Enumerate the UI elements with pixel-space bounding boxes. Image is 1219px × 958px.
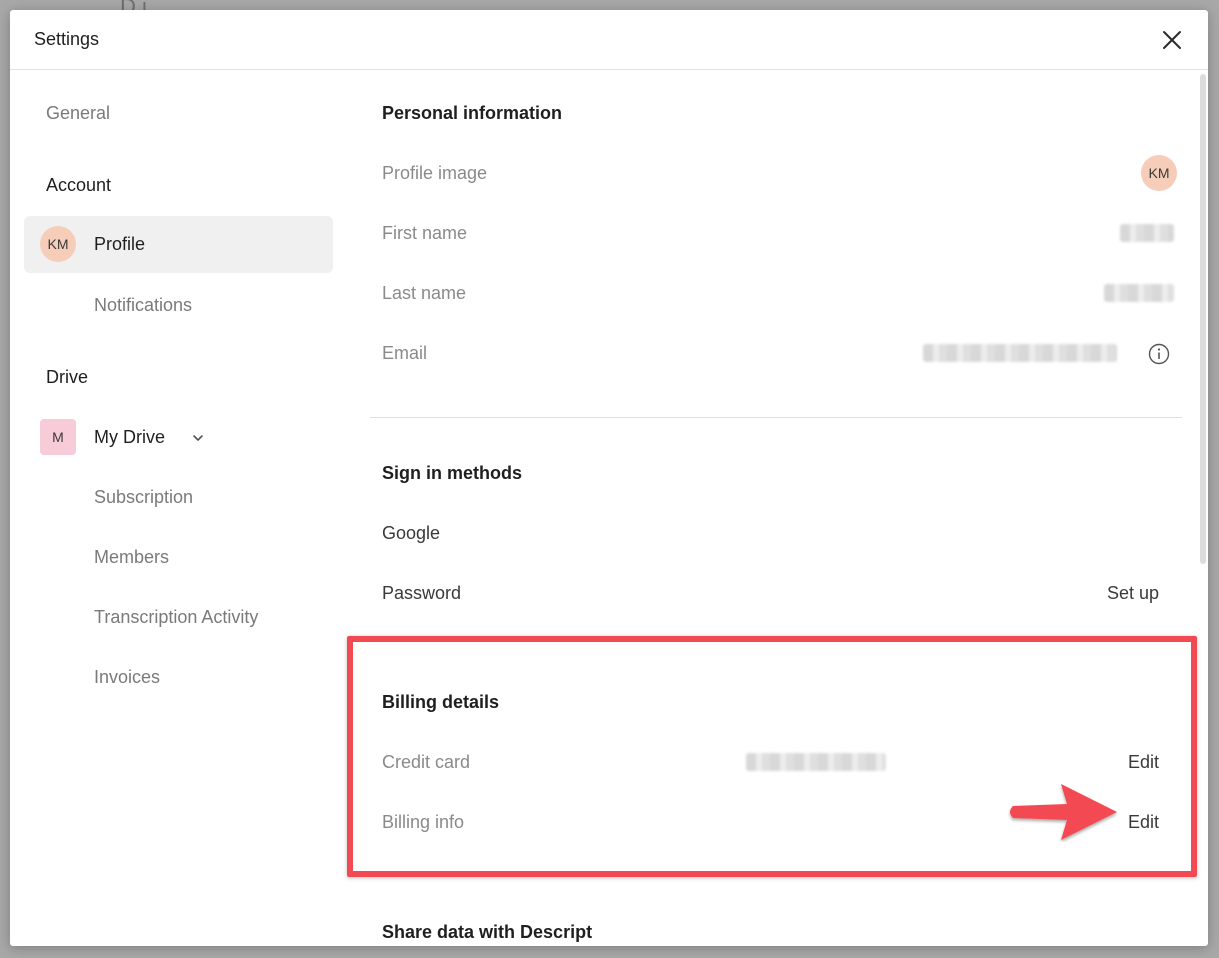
section-title-share-data: Share data with Descript [382,922,593,942]
section-title-sign-in: Sign in methods [382,463,523,483]
arrow-annotation-icon [1010,784,1117,840]
sidebar-item-my-drive[interactable]: M My Drive [40,419,210,459]
sidebar-item-members[interactable]: Members [94,547,169,568]
email-label: Email [382,343,428,363]
close-button[interactable] [1160,28,1184,52]
sidebar-item-subscription[interactable]: Subscription [94,487,193,508]
section-divider [370,417,1182,418]
profile-avatar: KM [40,226,76,262]
close-icon [1163,31,1181,49]
last-name-label: Last name [382,283,467,303]
sidebar-item-transcription-activity[interactable]: Transcription Activity [94,607,258,628]
sidebar-item-my-drive-label: My Drive [94,427,165,447]
password-setup-button[interactable]: Set up [1107,583,1159,604]
scrollbar-thumb[interactable] [1200,74,1206,564]
profile-image-label: Profile image [382,163,488,183]
drive-avatar: M [40,419,76,455]
sidebar-heading-drive: Drive [46,367,89,387]
first-name-label: First name [382,223,468,243]
sidebar-item-general[interactable]: General [46,103,110,124]
settings-sidebar: General Account KM Profile Notifications… [10,70,350,946]
email-value-redacted [923,344,1117,362]
dialog-title: Settings [34,29,100,49]
sign-in-password: Password [382,583,462,603]
info-icon[interactable] [1148,343,1170,365]
sidebar-item-profile[interactable]: KM Profile [24,216,333,273]
sidebar-item-invoices[interactable]: Invoices [94,667,160,688]
sidebar-item-profile-label: Profile [94,234,146,254]
profile-image-avatar[interactable]: KM [1141,155,1177,191]
sidebar-item-notifications[interactable]: Notifications [94,295,192,316]
sidebar-heading-account: Account [46,175,112,195]
dialog-header: Settings [10,10,1208,70]
first-name-value-redacted[interactable] [1120,224,1174,242]
chevron-down-icon[interactable] [192,433,204,443]
section-title-personal-info: Personal information [382,103,563,123]
last-name-value-redacted[interactable] [1104,284,1174,302]
sign-in-google: Google [382,523,441,543]
